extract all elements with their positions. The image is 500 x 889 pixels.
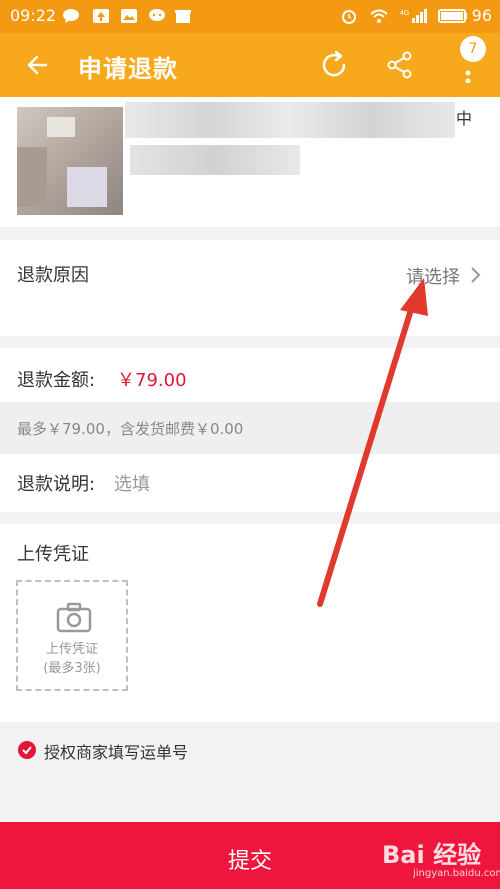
upload-photo-button[interactable]: 上传凭证 (最多3张) (16, 580, 128, 691)
product-title-tail: 中 (456, 109, 473, 128)
obscured-product-spec (130, 145, 300, 175)
upload-title: 上传凭证 (17, 544, 89, 565)
baidu-watermark-url: jingyan.baidu.com (413, 868, 500, 879)
share-icon[interactable] (382, 47, 418, 83)
check-icon (22, 746, 32, 755)
refund-amount-label: 退款金额: (17, 370, 96, 391)
battery-icon (438, 9, 467, 23)
upload-box-label: 上传凭证 (45, 642, 98, 657)
refund-amount-value: ￥79.00 (117, 370, 187, 391)
status-bar: 09:22 4G 96 (0, 0, 500, 33)
app-bar: 申请退款 7 (0, 33, 500, 97)
wifi-icon (370, 9, 388, 23)
baidu-watermark: Bai 经验 (382, 841, 482, 869)
obscured-product-title (125, 102, 455, 138)
chat-icon (63, 9, 79, 23)
upload-notification-icon (93, 9, 109, 23)
page-title: 申请退款 (78, 55, 178, 83)
alarm-icon (342, 10, 356, 24)
chevron-right-icon (471, 267, 481, 283)
thumb-mosaic-block (67, 167, 107, 207)
thumb-mosaic-block (17, 147, 47, 207)
shop-notification-icon (175, 10, 191, 23)
back-arrow-icon[interactable] (20, 47, 56, 83)
notification-badge: 7 (460, 36, 486, 62)
svg-text:4G: 4G (400, 10, 409, 17)
authorize-row[interactable]: 授权商家填写运单号 (0, 722, 500, 822)
product-card[interactable]: 中 (0, 97, 500, 227)
refund-note-input[interactable]: 选填 (114, 470, 150, 496)
refund-max-note: 最多￥79.00，含发货邮费￥0.00 (0, 402, 500, 454)
authorize-checkbox[interactable] (18, 741, 36, 759)
status-time: 09:22 (10, 6, 57, 25)
thumb-mosaic-block (47, 117, 75, 137)
refund-reason-row[interactable]: 退款原因 请选择 (0, 240, 500, 336)
refund-note-row[interactable]: 退款说明: 选填 (0, 454, 500, 512)
message-notification-icon (149, 9, 165, 21)
refund-amount-row: 退款金额: ￥79.00 (0, 348, 500, 402)
authorize-label: 授权商家填写运单号 (44, 743, 189, 762)
refund-max-text: 最多￥79.00，含发货邮费￥0.00 (17, 420, 244, 438)
camera-icon (56, 602, 92, 633)
submit-button[interactable]: 提交 Bai 经验 jingyan.baidu.com (0, 822, 500, 889)
refund-reason-label: 退款原因 (17, 265, 89, 286)
product-thumbnail (17, 107, 123, 215)
image-notification-icon (121, 9, 137, 23)
refund-reason-select[interactable]: 请选择 (406, 263, 460, 289)
refund-note-label: 退款说明: (17, 474, 96, 495)
signal-icon: 4G (400, 9, 427, 23)
upload-box-limit: (最多3张) (43, 661, 101, 676)
refresh-icon[interactable] (316, 47, 352, 83)
battery-level: 96 (471, 6, 492, 25)
